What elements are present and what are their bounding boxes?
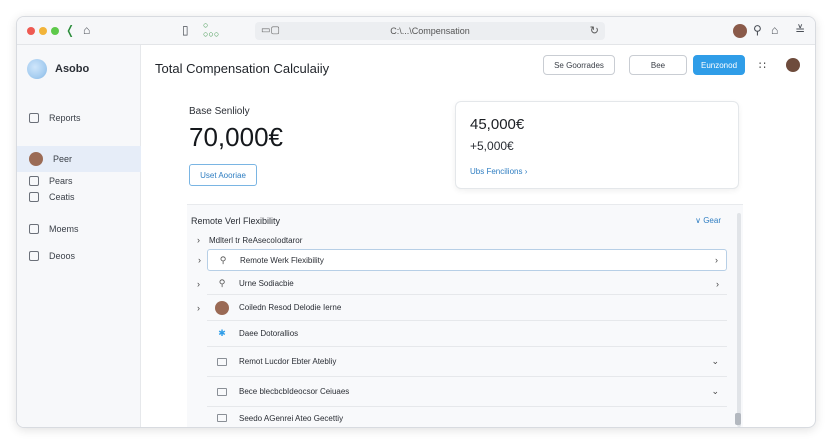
goorrades-button[interactable]: Se Goorrades [543,55,615,75]
card-icon [217,357,227,366]
list-item[interactable]: › Coiledn Resod Delodie Ierne [197,295,727,321]
row-label: Daee Dotorallios [239,329,299,338]
home-icon[interactable]: ⌂ [83,23,90,37]
card-primary-value: 45,000€ [470,116,525,133]
button-label: Eunzonod [700,60,738,70]
profile-avatar[interactable] [733,24,747,38]
grid-icon [29,192,39,202]
sidebar-item-ceatis[interactable]: Ceatis [17,189,141,205]
chevron-right-icon: › [198,255,201,265]
close-window-button[interactable] [27,27,35,35]
chevron-down-icon: ⌄ [711,356,719,366]
box-icon [217,387,227,396]
minimize-window-button[interactable] [39,27,47,35]
url-text: C:\...\Compensation [390,26,470,36]
base-salary-label: Base Senlioly [189,106,250,117]
sidebar-item-reports[interactable]: Reports [17,105,141,131]
row-label: Remote Werk Flexibility [240,255,324,265]
avatar [215,300,229,315]
sidebar-item-moems[interactable]: Moems [17,216,141,242]
browser-toolbar: ❬ ⌂ ▯ ○ ○○○ ▭▢ C:\...\Compensation ↻ ⚲ ⌂… [17,17,815,45]
row-label: Seedo AGenrei Ateo Gecettiy [239,413,344,423]
chevron-right-icon: › [715,255,718,265]
chevron-down-icon: ⌄ [711,386,719,396]
chevron-right-icon: › [197,302,200,313]
list-item[interactable]: ✱ Daee Dotorallios [207,321,727,347]
scrollbar-track[interactable] [737,213,741,427]
avatar [29,152,43,166]
menu-icon[interactable]: ≚ [795,23,805,37]
reload-icon[interactable]: ↻ [590,24,599,37]
panel-title: Remote Verl Flexibility [191,216,281,226]
card-secondary-value: +5,000€ [470,139,514,153]
document-icon [29,176,39,186]
benefits-panel: Remote Verl Flexibility ∨ Gear › Mdlterl… [187,204,743,427]
row-label: Bece blecbcbIdeocsor Ceiuaes [239,387,350,396]
row-label: Coiledn Resod Delodie Ierne [239,303,342,312]
avatar-slot [215,300,229,315]
more-options-icon[interactable]: ∷ [759,59,766,72]
card-link[interactable]: Ubs Fencilions › [470,167,527,176]
list-item[interactable]: Remot Lucdor Ebter Atebliy ⌄ [207,347,727,377]
icon-slot [215,411,229,425]
sidebar-item-pears[interactable]: Pears [17,173,141,189]
maximize-window-button[interactable] [51,27,59,35]
folder-icon [29,113,39,123]
folder-icon [29,224,39,234]
row-label: Mdlterl tr ReAsecoIodtaror [209,235,303,245]
page-title: Total Compensation Calculaiiy [155,61,330,76]
asterisk-icon: ✱ [218,328,226,338]
sidebar-item-deoos[interactable]: Deoos [17,243,141,269]
primary-action-button[interactable]: Eunzonod [693,55,745,75]
box-icon [217,414,227,422]
list-item[interactable]: Bece blecbcbIdeocsor Ceiuaes ⌄ [207,377,727,407]
brand-logo-icon [27,59,47,79]
sidebar-item-label: Moems [49,224,79,234]
sidebar-item-label: Ceatis [49,192,75,202]
row-label: Urne Sodiacbie [239,279,294,288]
search-icon: ⚲ [218,278,226,288]
button-label: Uset Aooriae [200,170,246,180]
back-icon[interactable]: ❬ [65,23,75,37]
sidebar-item-label: Peer [53,154,73,164]
extension-icon[interactable]: ⚲ [753,23,762,37]
tab-label: ○ ○○○ [203,20,220,39]
chevron-right-icon: › [197,235,200,245]
list-item-selected[interactable]: › ⚲ Remote Werk Flexibility › [198,249,727,271]
folder-icon [29,251,39,261]
chevron-right-icon: › [197,278,200,289]
user-avatar[interactable] [786,58,800,72]
button-label: Se Goorrades [554,60,604,70]
address-bar[interactable]: ▭▢ C:\...\Compensation ↻ [255,22,605,40]
chevron-right-icon: › [716,278,719,289]
row-label: Remot Lucdor Ebter Atebliy [239,357,337,366]
bee-button[interactable]: Bee [629,55,687,75]
search-icon: ⚲ [219,254,227,265]
chevron-right-icon: › [524,167,528,176]
sidebar-item-peer[interactable]: Peer [17,146,141,172]
lock-icon[interactable]: ⌂ [771,23,778,37]
base-salary-value: 70,000€ [189,122,283,152]
sidebar-item-label: Pears [49,176,73,186]
tab-icon[interactable]: ▯ [182,23,189,37]
list-item[interactable]: › ⚲ Urne Sodiacbie › [197,273,727,295]
panel-toggle-button[interactable]: ∨ Gear [695,216,721,225]
list-item[interactable]: › Mdlterl tr ReAsecoIodtaror [197,233,727,247]
edit-salary-button[interactable]: Uset Aooriae [189,164,257,186]
brand-name: Asobo [55,63,90,75]
list-item[interactable]: Seedo AGenrei Ateo Gecettiy [207,409,727,427]
scrollbar-thumb[interactable] [735,413,741,425]
sidebar-item-label: Reports [49,113,81,123]
icon-slot [215,385,229,399]
summary-card: 45,000€ +5,000€ Ubs Fencilions › [455,101,739,189]
button-label: Bee [650,60,666,70]
card-link-label: Ubs Fencilions [470,167,523,176]
sidebar: Asobo Reports Peer Pears Ceatis Moems De… [17,45,141,427]
app-window: ❬ ⌂ ▯ ○ ○○○ ▭▢ C:\...\Compensation ↻ ⚲ ⌂… [16,16,816,428]
brand[interactable]: Asobo [27,58,89,80]
sidebar-item-label: Deoos [49,251,76,261]
icon-slot [215,355,229,369]
